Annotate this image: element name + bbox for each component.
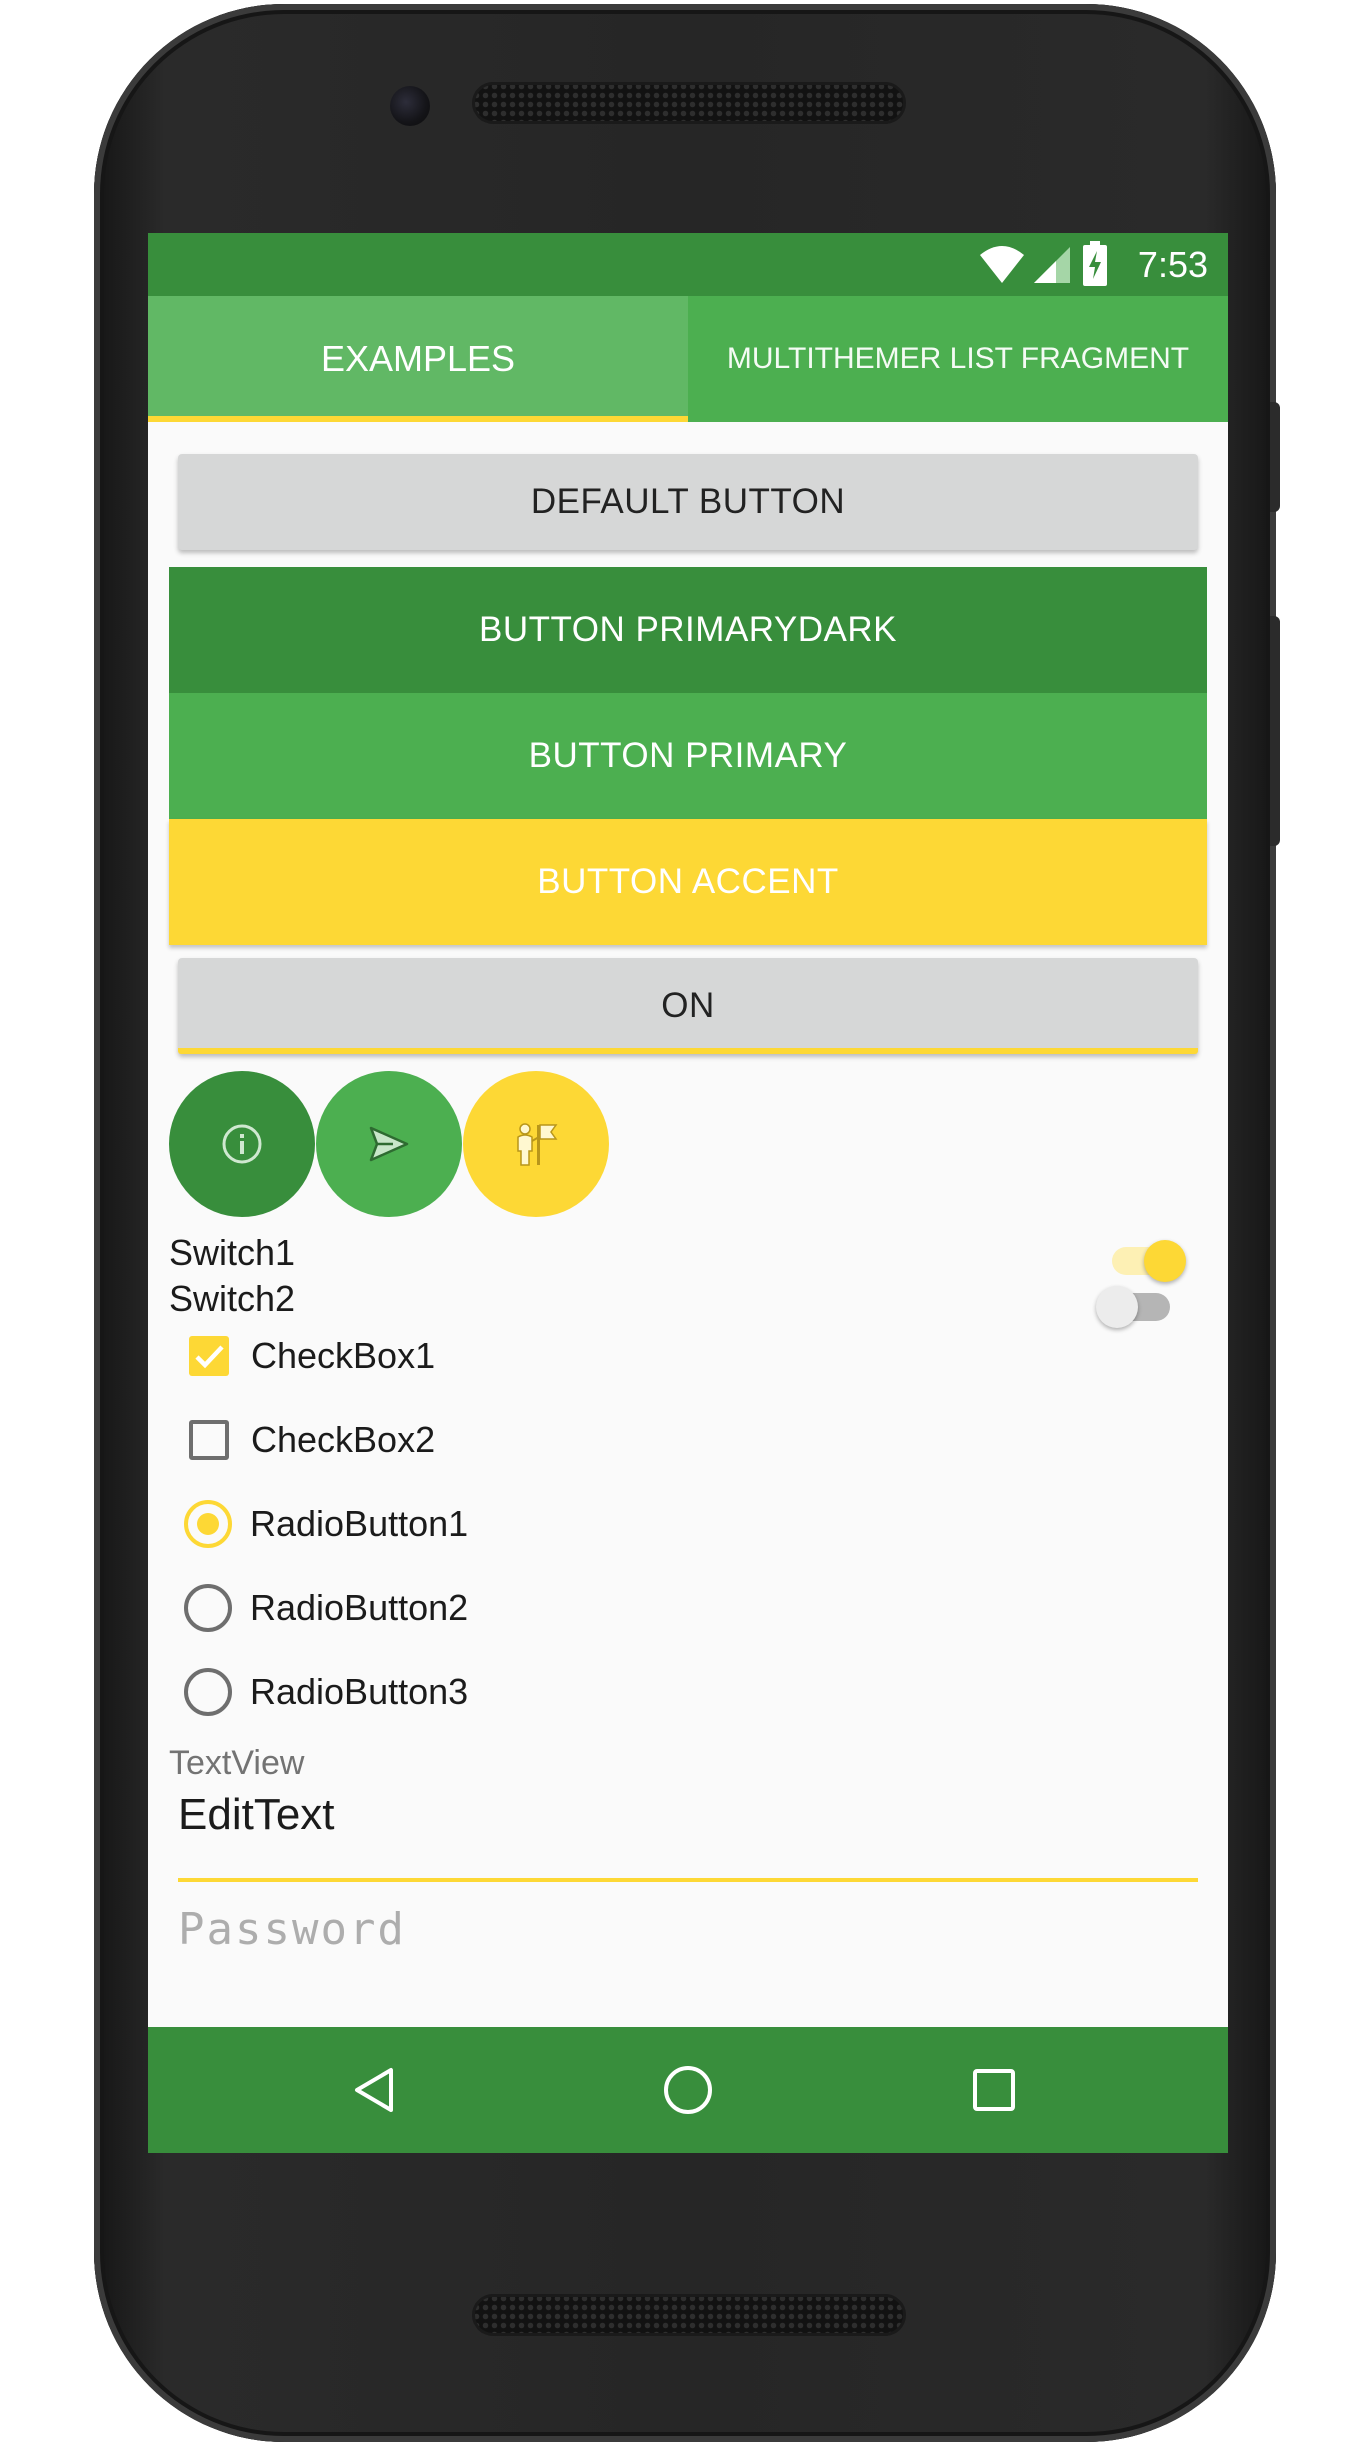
front-camera <box>390 86 430 126</box>
top-speaker <box>472 82 906 124</box>
send-icon <box>369 1126 409 1162</box>
back-button[interactable] <box>296 2027 456 2153</box>
back-icon <box>355 2068 393 2112</box>
info-fab[interactable] <box>169 1071 315 1217</box>
switch2-thumb <box>1096 1286 1138 1328</box>
home-button[interactable] <box>608 2027 768 2153</box>
cell-signal-icon <box>1034 247 1070 283</box>
examples-content: DEFAULT BUTTON BUTTON PRIMARYDARK BUTTON… <box>148 422 1228 2027</box>
checkbox1-box <box>189 1336 229 1376</box>
checkbox2-label: CheckBox2 <box>251 1419 436 1460</box>
status-bar: 7:53 <box>148 233 1228 296</box>
volume-button <box>1270 616 1280 846</box>
screen: 7:53 EXAMPLES MULTITHEMER LIST FRAGMENT … <box>148 233 1228 2153</box>
accent-button[interactable]: BUTTON ACCENT <box>169 819 1207 945</box>
tab-label: EXAMPLES <box>320 338 516 379</box>
toggle-indicator <box>178 1048 1198 1054</box>
navigation-bar <box>148 2027 1228 2153</box>
battery-charging-icon <box>1083 241 1107 286</box>
bottom-speaker <box>472 2294 906 2336</box>
tour-flag-icon <box>517 1123 558 1166</box>
tab-label: MULTITHEMER LIST FRAGMENT <box>726 342 1190 375</box>
radio1-row[interactable]: RadioButton1 <box>184 1492 468 1556</box>
switch1-label: Switch1 <box>169 1232 296 1273</box>
textview: TextView <box>169 1744 305 1782</box>
radio3-row[interactable]: RadioButton3 <box>184 1660 468 1724</box>
info-icon <box>222 1124 262 1164</box>
power-button <box>1270 402 1280 512</box>
checkbox2-row[interactable]: CheckBox2 <box>184 1408 435 1472</box>
password-field[interactable]: Password <box>178 1904 406 1955</box>
primary-dark-button[interactable]: BUTTON PRIMARYDARK <box>169 567 1207 693</box>
status-time: 7:53 <box>1137 244 1208 285</box>
primary-button[interactable]: BUTTON PRIMARY <box>169 693 1207 819</box>
send-fab[interactable] <box>316 1071 462 1217</box>
edittext-field[interactable]: EditText <box>178 1790 1198 1870</box>
edittext-underline <box>178 1878 1198 1882</box>
switch2-label: Switch2 <box>169 1278 296 1319</box>
recents-icon <box>973 2069 1015 2111</box>
wifi-icon <box>980 246 1024 283</box>
tour-fab[interactable] <box>463 1071 609 1217</box>
checkbox1-row[interactable]: CheckBox1 <box>184 1324 435 1388</box>
radio2-label: RadioButton2 <box>250 1587 469 1628</box>
radio3-label: RadioButton3 <box>250 1671 469 1712</box>
tab-multithemer-list-fragment[interactable]: MULTITHEMER LIST FRAGMENT <box>688 296 1228 422</box>
checkbox2-box <box>189 1420 229 1460</box>
home-icon <box>664 2066 712 2114</box>
radio1-circle <box>184 1500 232 1548</box>
radio1-label: RadioButton1 <box>250 1503 469 1544</box>
radio2-row[interactable]: RadioButton2 <box>184 1576 468 1640</box>
switch2[interactable] <box>1094 1276 1184 1336</box>
tab-examples[interactable]: EXAMPLES <box>148 296 688 422</box>
default-button[interactable]: DEFAULT BUTTON <box>178 454 1198 550</box>
radio2-circle <box>184 1584 232 1632</box>
tab-bar: EXAMPLES MULTITHEMER LIST FRAGMENT <box>148 296 1228 422</box>
radio3-circle <box>184 1668 232 1716</box>
toggle-button[interactable]: ON <box>178 958 1198 1054</box>
check-icon <box>195 1345 224 1369</box>
recents-button[interactable] <box>914 2027 1074 2153</box>
checkbox1-label: CheckBox1 <box>251 1335 436 1376</box>
